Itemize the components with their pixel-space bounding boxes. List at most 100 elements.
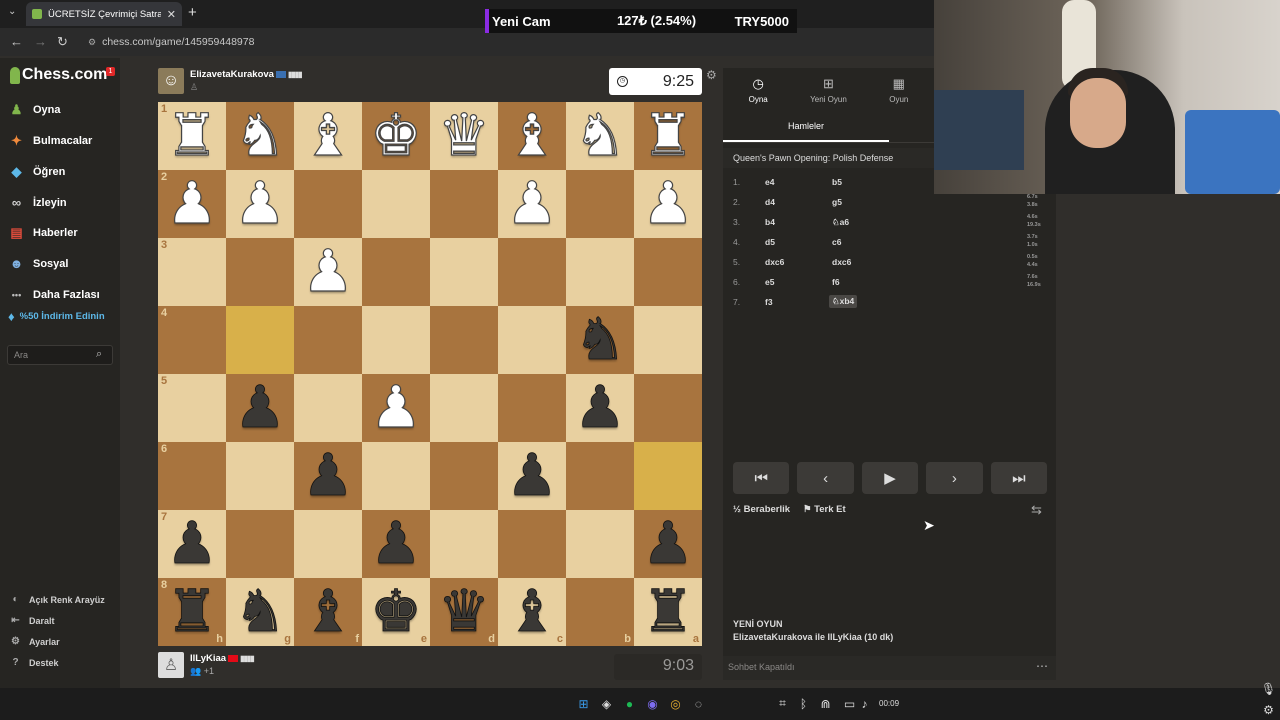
white-pawn-icon[interactable]: ♟ [369,378,422,437]
square-c4[interactable] [498,306,566,374]
sidebar-bottom-2[interactable]: ⚙ Ayarlar [9,635,60,648]
chat-options-icon[interactable]: ⋯ [1036,659,1048,673]
white-king-icon[interactable]: ♚ [369,106,422,165]
display-icon[interactable]: ▭ [843,697,856,711]
browser-tab[interactable]: ÜCRETSİZ Çevrimiçi Satranç Oyna ✕ [26,2,182,26]
tab-menu-icon[interactable]: ⌄ [8,6,16,17]
black-rook-icon[interactable]: ♜ [642,582,695,641]
app-icon[interactable]: ◈ [600,697,613,711]
square-g5[interactable]: ♟ [226,374,294,442]
chat-input[interactable]: Sohbet Kapatıldı [723,656,1056,680]
windows-start-icon[interactable]: ⊞ [577,697,590,711]
white-bishop-icon[interactable]: ♝ [505,106,558,165]
white-pawn-icon[interactable]: ♟ [233,174,286,233]
black-move[interactable]: f6 [832,277,840,287]
white-knight-icon[interactable]: ♞ [233,106,286,165]
square-h8[interactable]: 8 h ♜ [158,578,226,646]
white-rook-icon[interactable]: ♜ [641,106,694,165]
black-move[interactable]: c6 [832,237,841,247]
square-g3[interactable] [226,238,294,306]
black-move[interactable]: dxc6 [832,257,851,267]
square-e4[interactable] [362,306,430,374]
sidebar-item-3[interactable]: ∞ İzleyin [8,194,67,211]
square-b4[interactable]: ♞ [566,306,634,374]
square-e5[interactable]: ♟ [362,374,430,442]
square-a3[interactable] [634,238,702,306]
black-pawn-icon[interactable]: ♟ [574,378,627,437]
sidebar-bottom-0[interactable]: ◐ Açık Renk Arayüz [9,593,104,606]
black-knight-icon[interactable]: ♞ [234,582,287,641]
black-move[interactable]: g5 [832,197,842,207]
square-c3[interactable] [498,238,566,306]
resign-button[interactable]: ⚑ Terk Et [803,504,846,515]
square-a8[interactable]: a ♜ [634,578,702,646]
spotify-icon[interactable]: ● [623,697,636,711]
black-knight-icon[interactable]: ♞ [574,310,627,369]
search-icon[interactable]: ⌕ [96,348,102,361]
square-f3[interactable]: ♟ [294,238,362,306]
white-pawn-icon[interactable]: ♟ [165,174,218,233]
black-move[interactable]: ♘xb4 [829,295,858,308]
obs-icon[interactable]: ◌ [692,697,705,711]
square-a2[interactable]: ♟ [634,170,702,238]
black-pawn-icon[interactable]: ♟ [302,446,355,505]
sidebar-bottom-1[interactable]: ⇤ Daralt [9,614,54,627]
black-move[interactable]: b5 [832,177,842,187]
tab-1[interactable]: ⊞ Yeni Oyun [793,68,863,112]
settings-tray-icon[interactable]: ⚙ [1262,703,1275,717]
square-d5[interactable] [430,374,498,442]
close-tab-icon[interactable]: ✕ [167,8,176,21]
square-h4[interactable]: 4 [158,306,226,374]
square-d1[interactable]: ♛ [430,102,498,170]
square-d4[interactable] [430,306,498,374]
black-king-icon[interactable]: ♚ [370,582,423,641]
square-h5[interactable]: 5 [158,374,226,442]
white-rook-icon[interactable]: ♜ [165,106,218,165]
square-f7[interactable] [294,510,362,578]
tray-icon[interactable]: ⌗ [776,696,789,710]
reload-icon[interactable]: ↻ [57,34,68,50]
square-c1[interactable]: ♝ [498,102,566,170]
white-move[interactable]: d5 [765,237,775,247]
black-queen-icon[interactable]: ♛ [438,582,491,641]
square-e2[interactable] [362,170,430,238]
square-a4[interactable] [634,306,702,374]
square-f2[interactable] [294,170,362,238]
volume-icon[interactable]: ♪ [858,697,871,711]
square-c7[interactable] [498,510,566,578]
black-bishop-icon[interactable]: ♝ [506,582,559,641]
square-f1[interactable]: ♝ [294,102,362,170]
network-icon[interactable]: ⋒ [819,697,832,711]
chesscom-logo[interactable]: Chess.com [10,66,107,84]
first-move-button[interactable]: ⏮ [733,462,790,494]
black-pawn-icon[interactable]: ♟ [234,378,287,437]
sidebar-item-0[interactable]: ♟ Oyna [8,101,61,118]
notification-badge[interactable]: 1 [106,67,115,76]
white-knight-icon[interactable]: ♞ [573,106,626,165]
top-player-avatar[interactable]: ☺ [158,68,184,94]
square-g4[interactable] [226,306,294,374]
sidebar-item-4[interactable]: ▤ Haberler [8,224,77,241]
tab-2[interactable]: ▦ Oyun [864,68,934,112]
square-e1[interactable]: ♚ [362,102,430,170]
black-bishop-icon[interactable]: ♝ [302,582,355,641]
next-move-button[interactable]: › [926,462,983,494]
square-b2[interactable] [566,170,634,238]
square-a7[interactable]: ♟ [634,510,702,578]
new-tab-icon[interactable]: + [188,4,197,21]
last-move-button[interactable]: ⏭ [990,462,1048,494]
board-settings-icon[interactable]: ⚙ [706,68,717,82]
square-h7[interactable]: 7 ♟ [158,510,226,578]
square-b7[interactable] [566,510,634,578]
square-b3[interactable] [566,238,634,306]
white-move[interactable]: e4 [765,177,774,187]
white-queen-icon[interactable]: ♛ [437,106,490,165]
sidebar-item-6[interactable]: ••• Daha Fazlası [8,286,100,303]
square-b8[interactable]: b [566,578,634,646]
white-pawn-icon[interactable]: ♟ [301,242,354,301]
chrome-icon[interactable]: ◎ [669,697,682,711]
square-h2[interactable]: 2 ♟ [158,170,226,238]
square-a1[interactable]: ♜ [634,102,702,170]
prev-move-button[interactable]: ‹ [797,462,854,494]
square-f5[interactable] [294,374,362,442]
